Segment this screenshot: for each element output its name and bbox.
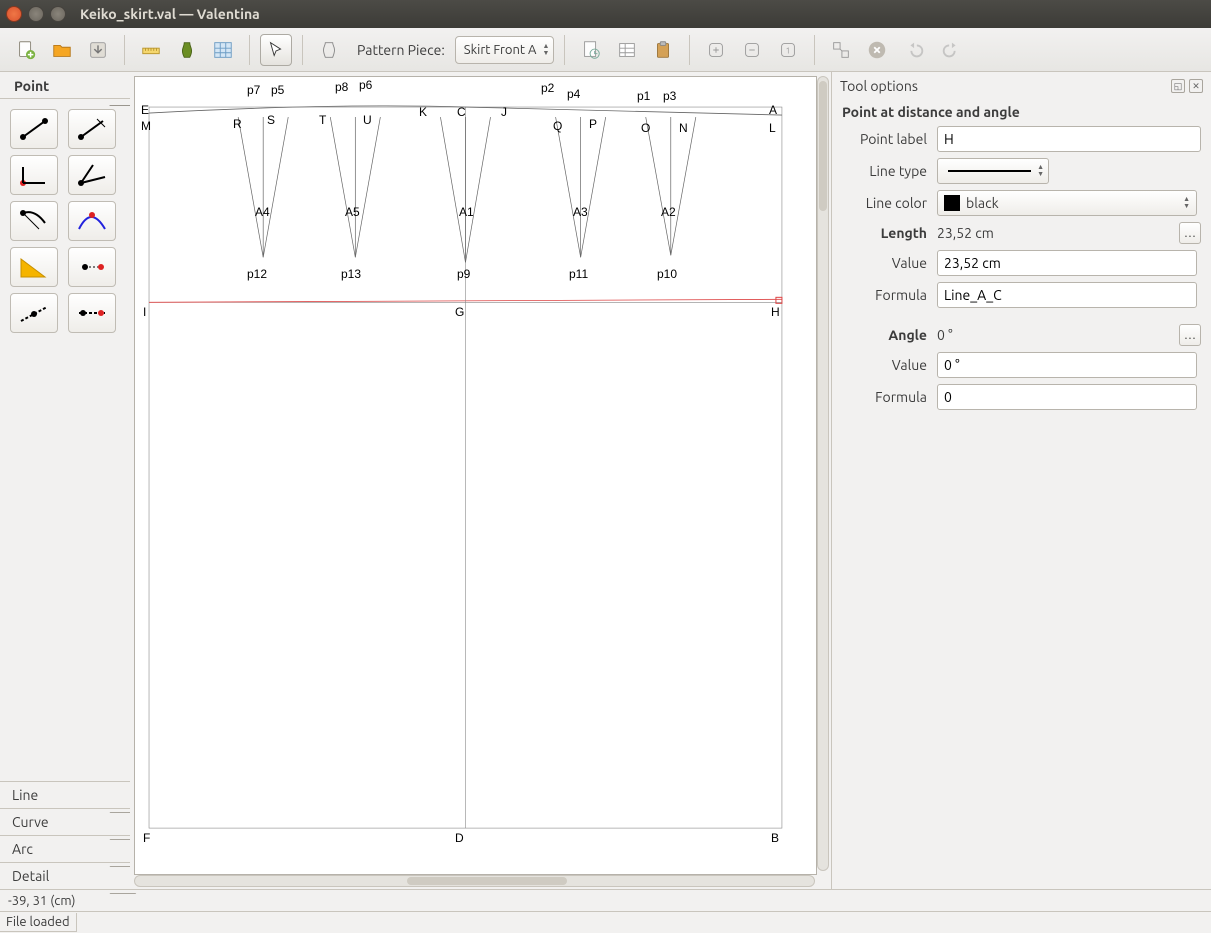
measurements-button[interactable] bbox=[135, 34, 167, 66]
zoom-original-button[interactable]: 1 bbox=[772, 34, 804, 66]
svg-text:1: 1 bbox=[786, 45, 791, 55]
variables-table-button[interactable] bbox=[207, 34, 239, 66]
tool-endpoint[interactable] bbox=[10, 109, 58, 149]
body-button[interactable] bbox=[171, 34, 203, 66]
new-file-button[interactable] bbox=[10, 34, 42, 66]
toolbox-tab-point[interactable]: Point bbox=[0, 72, 130, 99]
pointer-tool-button[interactable] bbox=[260, 34, 292, 66]
drawing-canvas-area: p7 p5 p8 p6 p2 p4 p1 p3 E M R S T U K C … bbox=[130, 72, 831, 889]
toolbox-tab-arc[interactable]: Arc bbox=[0, 835, 130, 862]
vertical-scrollbar[interactable] bbox=[817, 76, 829, 871]
point-label-input[interactable] bbox=[937, 126, 1201, 152]
undo-button[interactable] bbox=[899, 34, 931, 66]
stop-button[interactable] bbox=[861, 34, 893, 66]
color-swatch bbox=[944, 195, 960, 211]
angle-value-label: Value bbox=[842, 357, 937, 373]
pattern-piece-value: Skirt Front A bbox=[464, 43, 537, 57]
window-title: Keiko_skirt.val — Valentina bbox=[80, 6, 260, 22]
main-toolbar: Pattern Piece: Skirt Front A ▲▼ 1 bbox=[0, 28, 1211, 72]
line-color-label: Line color bbox=[842, 195, 937, 211]
tool-normal[interactable] bbox=[10, 155, 58, 195]
save-file-button[interactable] bbox=[82, 34, 114, 66]
length-formula-button[interactable]: … bbox=[1179, 222, 1201, 244]
horizontal-scrollbar[interactable] bbox=[134, 875, 815, 887]
window-minimize-button[interactable] bbox=[28, 6, 44, 22]
length-label: Length bbox=[842, 225, 937, 241]
angle-formula-input[interactable] bbox=[937, 384, 1197, 410]
pattern-piece-label: Pattern Piece: bbox=[357, 42, 445, 58]
angle-formula-button[interactable]: … bbox=[1179, 324, 1201, 346]
line-color-selector[interactable]: black ▲▼ bbox=[937, 190, 1197, 216]
pattern-piece-selector[interactable]: Skirt Front A ▲▼ bbox=[455, 36, 555, 64]
tool-line-intersect[interactable] bbox=[68, 293, 116, 333]
length-formula-input[interactable] bbox=[937, 282, 1197, 308]
table-button[interactable] bbox=[611, 34, 643, 66]
tool-section-header: Point at distance and angle bbox=[832, 100, 1211, 126]
tool-cut-spline[interactable] bbox=[10, 293, 58, 333]
window-titlebar: Keiko_skirt.val — Valentina bbox=[0, 0, 1211, 28]
length-value-input[interactable] bbox=[937, 250, 1197, 276]
tool-point-intersect[interactable] bbox=[68, 247, 116, 287]
left-toolbox: Point Line Curve Arc Detail bbox=[0, 72, 130, 889]
point-label-label: Point label bbox=[842, 131, 937, 147]
redo-button[interactable] bbox=[935, 34, 967, 66]
toolbox-tab-detail[interactable]: Detail bbox=[0, 862, 130, 889]
toolbox-tab-line[interactable]: Line bbox=[0, 781, 130, 808]
history-button[interactable] bbox=[575, 34, 607, 66]
panel-undock-icon[interactable]: ◱ bbox=[1171, 79, 1185, 93]
tool-bisector[interactable] bbox=[68, 155, 116, 195]
angle-static: 0 ° bbox=[937, 327, 1173, 343]
angle-value-input[interactable] bbox=[937, 352, 1197, 378]
drawing-canvas[interactable]: p7 p5 p8 p6 p2 p4 p1 p3 E M R S T U K C … bbox=[134, 76, 817, 875]
zoom-fit-button[interactable] bbox=[825, 34, 857, 66]
tool-shoulder[interactable] bbox=[10, 201, 58, 241]
length-formula-label: Formula bbox=[842, 287, 937, 303]
clipboard-button[interactable] bbox=[647, 34, 679, 66]
window-maximize-button[interactable] bbox=[50, 6, 66, 22]
tool-options-panel: Tool options ◱ ✕ Point at distance and a… bbox=[831, 72, 1211, 889]
panel-title: Tool options bbox=[840, 78, 918, 94]
zoom-in-button[interactable] bbox=[700, 34, 732, 66]
status-message-bar: File loaded bbox=[0, 911, 1211, 933]
length-value-label: Value bbox=[842, 255, 937, 271]
tool-point-of-contact[interactable] bbox=[68, 201, 116, 241]
window-close-button[interactable] bbox=[6, 6, 22, 22]
new-pattern-piece-button[interactable] bbox=[313, 34, 345, 66]
status-coords: -39, 31 (cm) bbox=[0, 889, 1211, 911]
line-type-label: Line type bbox=[842, 163, 937, 179]
angle-formula-label: Formula bbox=[842, 389, 937, 405]
line-type-selector[interactable]: ▲▼ bbox=[937, 158, 1049, 184]
length-static: 23,52 cm bbox=[937, 225, 1173, 241]
toolbox-tab-curve[interactable]: Curve bbox=[0, 808, 130, 835]
tool-triangle[interactable] bbox=[10, 247, 58, 287]
tool-along-line[interactable] bbox=[68, 109, 116, 149]
panel-close-icon[interactable]: ✕ bbox=[1189, 79, 1203, 93]
open-file-button[interactable] bbox=[46, 34, 78, 66]
angle-label: Angle bbox=[842, 327, 937, 343]
zoom-out-button[interactable] bbox=[736, 34, 768, 66]
